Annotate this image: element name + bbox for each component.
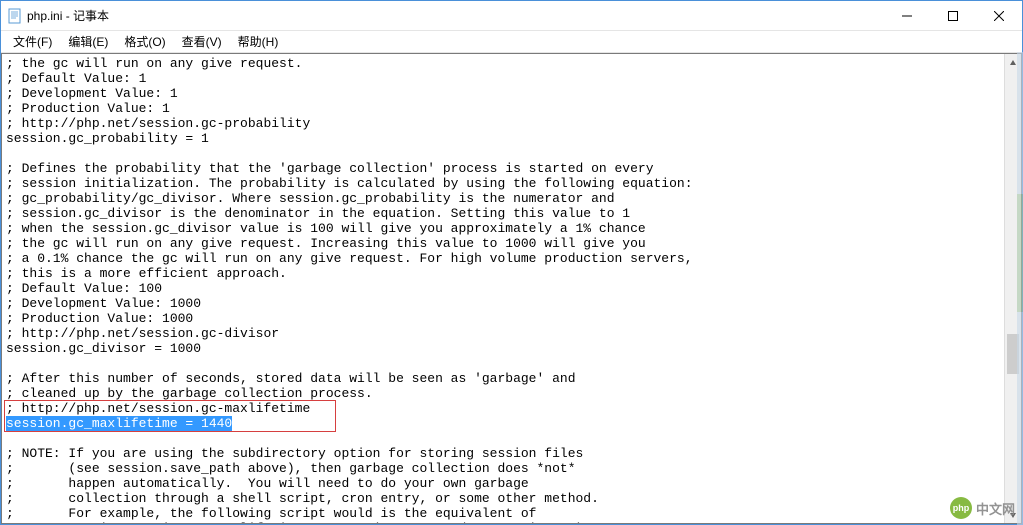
menu-edit[interactable]: 编辑(E): [60, 31, 116, 52]
text-editor[interactable]: ; the gc will run on any give request. ;…: [2, 54, 1021, 523]
window-title: php.ini - 记事本: [27, 7, 884, 24]
selected-text: session.gc_maxlifetime = 1440: [6, 416, 232, 431]
watermark-text: 中文网: [976, 499, 1015, 518]
php-logo-icon: php: [950, 497, 972, 519]
watermark: php 中文网: [950, 497, 1015, 519]
background-window-edge: [1017, 52, 1023, 525]
menu-view[interactable]: 查看(V): [174, 31, 230, 52]
maximize-button[interactable]: [930, 1, 976, 30]
minimize-button[interactable]: [884, 1, 930, 30]
editor-area: ; the gc will run on any give request. ;…: [1, 53, 1022, 524]
titlebar[interactable]: php.ini - 记事本: [1, 1, 1022, 31]
menu-help[interactable]: 帮助(H): [230, 31, 287, 52]
menu-format[interactable]: 格式(O): [116, 31, 173, 52]
close-button[interactable]: [976, 1, 1022, 30]
menu-file[interactable]: 文件(F): [5, 31, 60, 52]
notepad-window: php.ini - 记事本 文件(F) 编辑(E) 格式(O) 查看(V) 帮助…: [0, 0, 1023, 525]
window-controls: [884, 1, 1022, 30]
notepad-icon: [7, 8, 23, 24]
menubar: 文件(F) 编辑(E) 格式(O) 查看(V) 帮助(H): [1, 31, 1022, 53]
